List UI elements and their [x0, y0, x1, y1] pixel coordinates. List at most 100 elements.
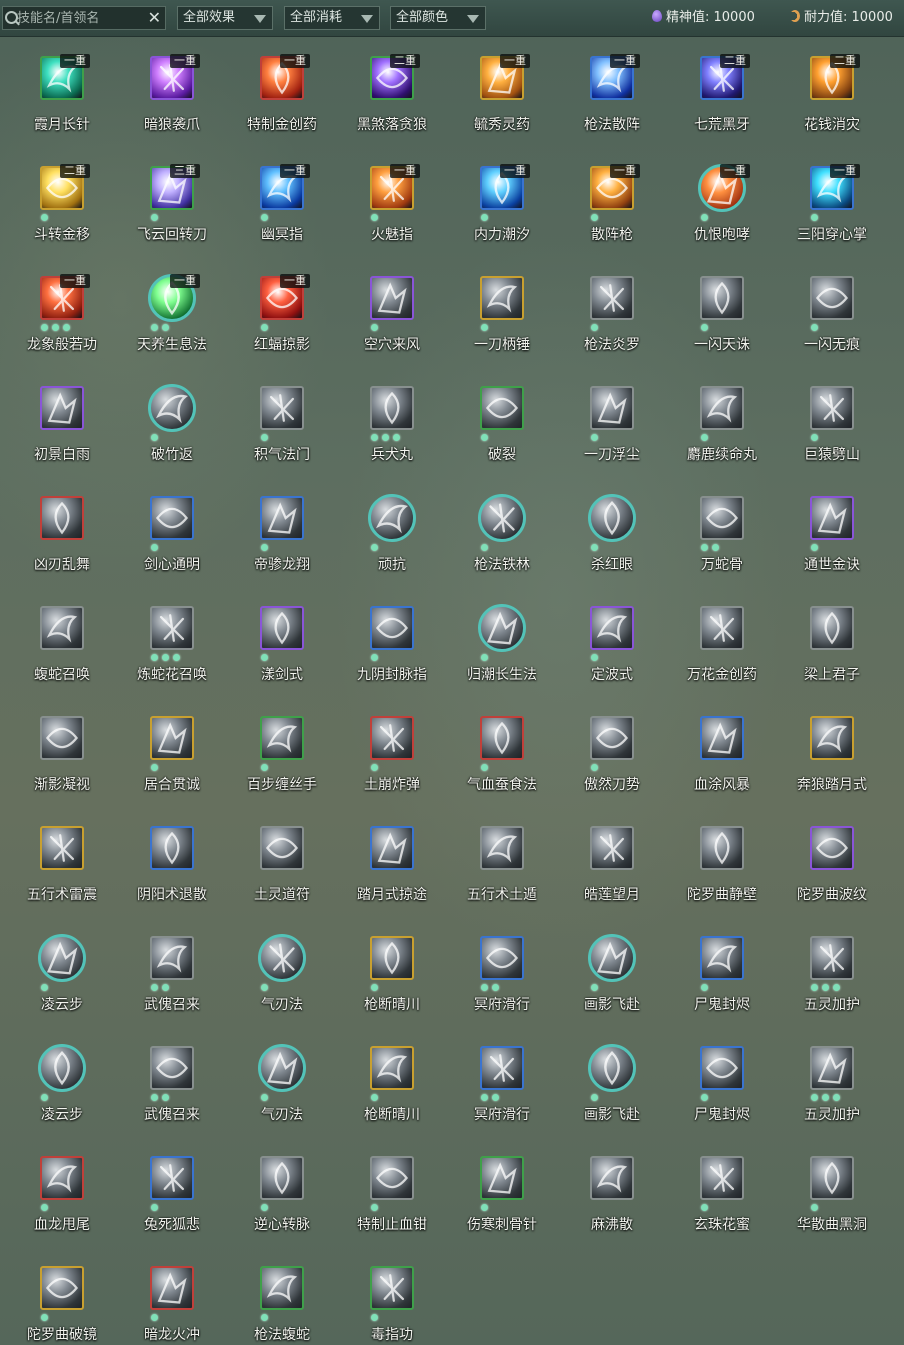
- skill-item[interactable]: 一重 天养生息法: [117, 256, 227, 366]
- skill-item[interactable]: 奔狼踏月式: [777, 696, 887, 806]
- search-input[interactable]: [17, 8, 145, 28]
- skill-icon[interactable]: [148, 384, 196, 432]
- skill-item[interactable]: 二重 黑煞落贪狼: [337, 36, 447, 146]
- skill-item[interactable]: 五行术土遁: [447, 806, 557, 916]
- skill-item[interactable]: 二重 七荒黑牙: [667, 36, 777, 146]
- skill-item[interactable]: 陀罗曲破镜: [7, 1246, 117, 1345]
- skill-item[interactable]: 枪断晴川: [337, 1026, 447, 1136]
- skill-icon[interactable]: [480, 276, 524, 320]
- skill-icon[interactable]: [700, 496, 744, 540]
- skill-item[interactable]: 血涂风暴: [667, 696, 777, 806]
- skill-item[interactable]: 逆心转脉: [227, 1136, 337, 1246]
- skill-item[interactable]: 一闪天诛: [667, 256, 777, 366]
- skill-item[interactable]: 积气法门: [227, 366, 337, 476]
- skill-item[interactable]: 枪法炎罗: [557, 256, 667, 366]
- skill-item[interactable]: 二重 花钱消灾: [777, 36, 887, 146]
- skill-item[interactable]: 一重 内力潮汐: [447, 146, 557, 256]
- skill-item[interactable]: 土灵道符: [227, 806, 337, 916]
- skill-item[interactable]: 毒指功: [337, 1246, 447, 1345]
- skill-item[interactable]: 土崩炸弹: [337, 696, 447, 806]
- skill-icon[interactable]: [368, 494, 416, 542]
- skill-item[interactable]: 气刃法: [227, 916, 337, 1026]
- skill-icon[interactable]: [370, 716, 414, 760]
- skill-item[interactable]: 五灵加护: [777, 1026, 887, 1136]
- skill-item[interactable]: 一刀浮尘: [557, 366, 667, 476]
- skill-icon[interactable]: [700, 936, 744, 980]
- skill-item[interactable]: 九阴封脉指: [337, 586, 447, 696]
- skill-item[interactable]: 尸鬼封烬: [667, 1026, 777, 1136]
- skill-icon[interactable]: [38, 934, 86, 982]
- skill-item[interactable]: 麻沸散: [557, 1136, 667, 1246]
- search-box[interactable]: ✕: [2, 6, 166, 30]
- skill-item[interactable]: 一重 幽冥指: [227, 146, 337, 256]
- skill-icon[interactable]: [588, 1044, 636, 1092]
- skill-item[interactable]: 皓莲望月: [557, 806, 667, 916]
- skill-icon[interactable]: [370, 606, 414, 650]
- effect-filter-dropdown[interactable]: 全部效果: [177, 6, 273, 30]
- skill-item[interactable]: 陀罗曲波纹: [777, 806, 887, 916]
- skill-icon[interactable]: [700, 276, 744, 320]
- skill-item[interactable]: 蝮蛇召唤: [7, 586, 117, 696]
- skill-icon[interactable]: [258, 1044, 306, 1092]
- skill-icon[interactable]: [478, 494, 526, 542]
- skill-icon[interactable]: [370, 276, 414, 320]
- skill-item[interactable]: 一重 毓秀灵药: [447, 36, 557, 146]
- skill-item[interactable]: 一重 火魅指: [337, 146, 447, 256]
- skill-item[interactable]: 杀红眼: [557, 476, 667, 586]
- skill-item[interactable]: 傲然刀势: [557, 696, 667, 806]
- clear-icon[interactable]: ✕: [148, 8, 161, 28]
- skill-icon[interactable]: [810, 716, 854, 760]
- skill-item[interactable]: 万蛇骨: [667, 476, 777, 586]
- skill-icon[interactable]: [260, 496, 304, 540]
- skill-icon[interactable]: [370, 936, 414, 980]
- skill-item[interactable]: 伤寒刺骨针: [447, 1136, 557, 1246]
- skill-icon[interactable]: [588, 494, 636, 542]
- skill-item[interactable]: 血龙甩尾: [7, 1136, 117, 1246]
- skill-icon[interactable]: [590, 716, 634, 760]
- skill-icon[interactable]: [588, 934, 636, 982]
- skill-icon[interactable]: [810, 936, 854, 980]
- skill-item[interactable]: 凌云步: [7, 1026, 117, 1136]
- skill-item[interactable]: 一重 霞月长针: [7, 36, 117, 146]
- skill-icon[interactable]: [590, 276, 634, 320]
- skill-icon[interactable]: [810, 1156, 854, 1200]
- skill-icon[interactable]: [260, 1156, 304, 1200]
- skill-icon[interactable]: [40, 1266, 84, 1310]
- skill-icon[interactable]: [40, 826, 84, 870]
- skill-item[interactable]: 特制止血钳: [337, 1136, 447, 1246]
- skill-item[interactable]: 画影飞赴: [557, 916, 667, 1026]
- cost-filter-dropdown[interactable]: 全部消耗: [284, 6, 380, 30]
- skill-icon[interactable]: [40, 606, 84, 650]
- skill-icon[interactable]: [480, 826, 524, 870]
- skill-icon[interactable]: [810, 496, 854, 540]
- skill-icon[interactable]: [700, 826, 744, 870]
- skill-item[interactable]: 三重 飞云回转刀: [117, 146, 227, 256]
- skill-icon[interactable]: [478, 604, 526, 652]
- skill-item[interactable]: 顽抗: [337, 476, 447, 586]
- skill-item[interactable]: 凌云步: [7, 916, 117, 1026]
- skill-item[interactable]: 枪法蝮蛇: [227, 1246, 337, 1345]
- skill-icon[interactable]: [40, 716, 84, 760]
- skill-icon[interactable]: [480, 716, 524, 760]
- skill-item[interactable]: 五行术雷震: [7, 806, 117, 916]
- skill-icon[interactable]: [810, 1046, 854, 1090]
- skill-item[interactable]: 阴阳术退散: [117, 806, 227, 916]
- skill-icon[interactable]: [480, 386, 524, 430]
- skill-item[interactable]: 一闪无痕: [777, 256, 887, 366]
- skill-item[interactable]: 一重 枪法散阵: [557, 36, 667, 146]
- skill-item[interactable]: 炼蛇花召唤: [117, 586, 227, 696]
- skill-icon[interactable]: [40, 386, 84, 430]
- skill-item[interactable]: 归潮长生法: [447, 586, 557, 696]
- skill-item[interactable]: 冥府滑行: [447, 916, 557, 1026]
- skill-item[interactable]: 兔死狐悲: [117, 1136, 227, 1246]
- skill-item[interactable]: 帝骖龙翔: [227, 476, 337, 586]
- skill-item[interactable]: 玄珠花蜜: [667, 1136, 777, 1246]
- skill-item[interactable]: 华散曲黑洞: [777, 1136, 887, 1246]
- skill-icon[interactable]: [40, 496, 84, 540]
- skill-icon[interactable]: [590, 826, 634, 870]
- skill-item[interactable]: 画影飞赴: [557, 1026, 667, 1136]
- skill-item[interactable]: 暗龙火冲: [117, 1246, 227, 1345]
- skill-item[interactable]: 一刀柄锤: [447, 256, 557, 366]
- skill-icon[interactable]: [150, 936, 194, 980]
- skill-icon[interactable]: [370, 1156, 414, 1200]
